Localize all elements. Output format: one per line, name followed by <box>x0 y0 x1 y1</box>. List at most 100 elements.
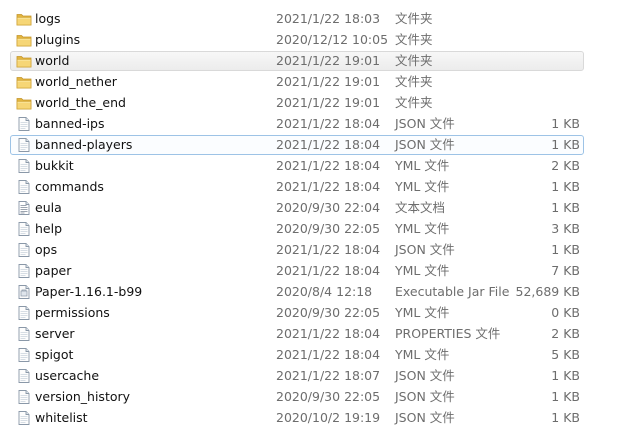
file-date-modified: 2021/1/22 18:04 <box>276 137 381 152</box>
file-type: JSON 文件 <box>395 137 455 152</box>
file-name: world_the_end <box>35 95 126 110</box>
text-document-icon <box>16 200 32 216</box>
file-name: plugins <box>35 32 81 47</box>
file-name: world <box>35 53 70 68</box>
file-size: 1 KB <box>551 389 580 404</box>
file-row[interactable]: world_the_end 2021/1/22 19:01 文件夹 <box>10 93 584 113</box>
file-date-modified: 2020/12/12 10:05 <box>276 32 389 47</box>
file-size: 1 KB <box>551 368 580 383</box>
file-size: 1 KB <box>551 410 580 425</box>
file-name: server <box>35 326 75 341</box>
document-icon <box>16 179 32 195</box>
file-name: help <box>35 221 63 236</box>
file-date-modified: 2020/9/30 22:05 <box>276 389 381 404</box>
folder-icon <box>16 74 32 90</box>
file-date-modified: 2021/1/22 18:07 <box>276 368 381 383</box>
file-date-modified: 2021/1/22 19:01 <box>276 74 381 89</box>
file-name: eula <box>35 200 62 215</box>
document-icon <box>16 242 32 258</box>
file-row[interactable]: banned-ips 2021/1/22 18:04 JSON 文件 1 KB <box>10 114 584 134</box>
file-type: 文件夹 <box>395 11 433 26</box>
file-date-modified: 2021/1/22 18:04 <box>276 326 381 341</box>
file-size: 0 KB <box>551 305 580 320</box>
file-size: 7 KB <box>551 263 580 278</box>
file-row[interactable]: bukkit 2021/1/22 18:04 YML 文件 2 KB <box>10 156 584 176</box>
file-row[interactable]: commands 2021/1/22 18:04 YML 文件 1 KB <box>10 177 584 197</box>
file-type: Executable Jar File <box>395 284 510 299</box>
file-name: version_history <box>35 389 131 404</box>
file-name: bukkit <box>35 158 74 173</box>
file-size: 1 KB <box>551 179 580 194</box>
file-size: 2 KB <box>551 158 580 173</box>
file-row[interactable]: usercache 2021/1/22 18:07 JSON 文件 1 KB <box>10 366 584 386</box>
file-type: 文件夹 <box>395 74 433 89</box>
file-row[interactable]: ops 2021/1/22 18:04 JSON 文件 1 KB <box>10 240 584 260</box>
file-size: 3 KB <box>551 221 580 236</box>
document-icon <box>16 116 32 132</box>
file-row[interactable]: spigot 2021/1/22 18:04 YML 文件 5 KB <box>10 345 584 365</box>
file-row[interactable]: banned-players 2021/1/22 18:04 JSON 文件 1 KB <box>10 135 584 155</box>
file-row[interactable]: Paper-1.16.1-b99 2020/8/4 12:18 Executable… <box>10 282 584 302</box>
file-row[interactable]: permissions 2020/9/30 22:05 YML 文件 0 KB <box>10 303 584 323</box>
file-name: banned-players <box>35 137 133 152</box>
document-icon <box>16 326 32 342</box>
file-row[interactable]: paper 2021/1/22 18:04 YML 文件 7 KB <box>10 261 584 281</box>
file-name: usercache <box>35 368 100 383</box>
file-type: YML 文件 <box>395 179 450 194</box>
file-name: logs <box>35 11 61 26</box>
document-icon <box>16 137 32 153</box>
document-icon <box>16 389 32 405</box>
file-date-modified: 2020/8/4 12:18 <box>276 284 373 299</box>
file-size: 5 KB <box>551 347 580 362</box>
file-date-modified: 2021/1/22 18:04 <box>276 263 381 278</box>
file-row[interactable]: world 2021/1/22 19:01 文件夹 <box>10 51 584 71</box>
file-size: 52,689 KB <box>515 284 580 299</box>
file-type: PROPERTIES 文件 <box>395 326 501 341</box>
file-date-modified: 2021/1/22 18:04 <box>276 347 381 362</box>
file-row[interactable]: version_history 2020/9/30 22:05 JSON 文件 1 K… <box>10 387 584 407</box>
file-type: JSON 文件 <box>395 242 455 257</box>
file-date-modified: 2021/1/22 18:04 <box>276 179 381 194</box>
file-size: 2 KB <box>551 326 580 341</box>
file-list: logs 2021/1/22 18:03 文件夹 plugins 2020/12/12 … <box>0 0 618 435</box>
file-date-modified: 2021/1/22 19:01 <box>276 53 381 68</box>
file-type: JSON 文件 <box>395 410 455 425</box>
folder-icon <box>16 11 32 27</box>
file-row[interactable]: server 2021/1/22 18:04 PROPERTIES 文件 2 KB <box>10 324 584 344</box>
file-type: 文件夹 <box>395 53 433 68</box>
document-icon <box>16 263 32 279</box>
file-date-modified: 2021/1/22 19:01 <box>276 95 381 110</box>
file-type: YML 文件 <box>395 347 450 362</box>
file-row[interactable]: logs 2021/1/22 18:03 文件夹 <box>10 9 584 29</box>
file-date-modified: 2020/10/2 19:19 <box>276 410 381 425</box>
file-row[interactable]: whitelist 2020/10/2 19:19 JSON 文件 1 KB <box>10 408 584 428</box>
file-name: spigot <box>35 347 74 362</box>
file-name: world_nether <box>35 74 117 89</box>
file-row[interactable]: plugins 2020/12/12 10:05 文件夹 <box>10 30 584 50</box>
file-type: 文本文档 <box>395 200 446 215</box>
file-row[interactable]: eula 2020/9/30 22:04 文本文档 1 KB <box>10 198 584 218</box>
file-name: ops <box>35 242 58 257</box>
file-type: YML 文件 <box>395 305 450 320</box>
document-icon <box>16 305 32 321</box>
file-name: whitelist <box>35 410 88 425</box>
file-name: commands <box>35 179 104 194</box>
document-icon <box>16 410 32 426</box>
file-type: 文件夹 <box>395 95 433 110</box>
file-size: 1 KB <box>551 116 580 131</box>
file-size: 1 KB <box>551 242 580 257</box>
file-date-modified: 2021/1/22 18:04 <box>276 158 381 173</box>
file-size: 1 KB <box>551 200 580 215</box>
file-row[interactable]: world_nether 2021/1/22 19:01 文件夹 <box>10 72 584 92</box>
folder-icon <box>16 95 32 111</box>
file-name: banned-ips <box>35 116 105 131</box>
file-size: 1 KB <box>551 137 580 152</box>
file-type: YML 文件 <box>395 158 450 173</box>
jar-file-icon <box>16 284 32 300</box>
document-icon <box>16 347 32 363</box>
folder-icon <box>16 32 32 48</box>
file-date-modified: 2021/1/22 18:03 <box>276 11 381 26</box>
file-row[interactable]: help 2020/9/30 22:05 YML 文件 3 KB <box>10 219 584 239</box>
file-name: permissions <box>35 305 110 320</box>
file-date-modified: 2020/9/30 22:04 <box>276 200 381 215</box>
